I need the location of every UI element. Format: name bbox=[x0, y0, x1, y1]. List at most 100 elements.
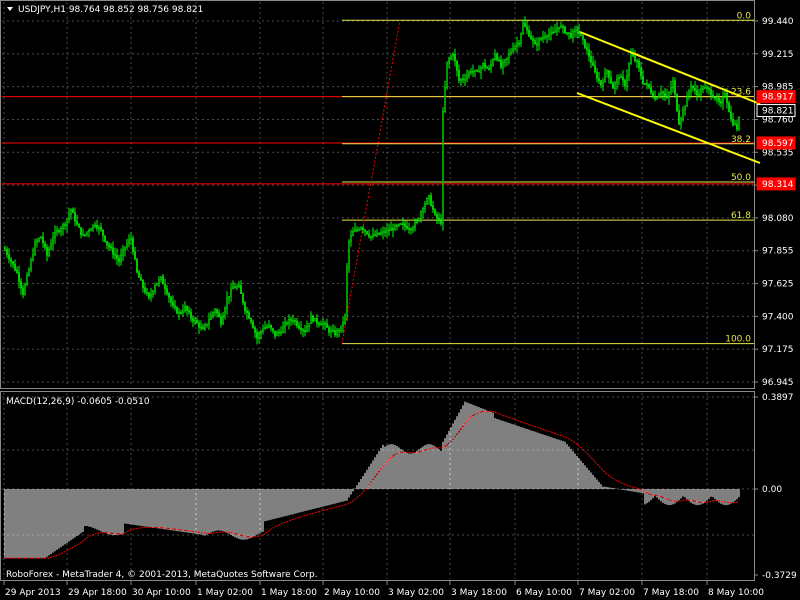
candle-body bbox=[42, 236, 44, 244]
candle-body bbox=[376, 232, 378, 236]
candle-body bbox=[512, 48, 514, 52]
candle-body bbox=[52, 237, 54, 245]
mt4-chart-window[interactable]: 0.023.638.250.061.8100.0 99.44099.21598.… bbox=[0, 0, 800, 600]
candle-body bbox=[520, 33, 522, 44]
candle-body bbox=[336, 330, 338, 336]
candle-body bbox=[570, 32, 572, 38]
candle-body bbox=[438, 217, 440, 220]
candle-body bbox=[222, 316, 224, 325]
candle-body bbox=[406, 225, 408, 229]
candle-body bbox=[290, 318, 292, 321]
candle-body bbox=[494, 53, 496, 61]
candle-body bbox=[460, 78, 462, 81]
candle-body bbox=[726, 92, 728, 104]
candle-body bbox=[304, 329, 306, 333]
candle-body bbox=[272, 327, 274, 332]
candle-body bbox=[642, 75, 644, 84]
macd-tick-label: 0.3897 bbox=[762, 393, 794, 403]
candle-body bbox=[536, 43, 538, 46]
candle-body bbox=[568, 32, 570, 34]
candle-body bbox=[176, 307, 178, 314]
candle-body bbox=[238, 284, 240, 287]
candle-body bbox=[412, 227, 414, 231]
candle-body bbox=[578, 30, 580, 35]
candle-body bbox=[230, 288, 232, 297]
candle-body bbox=[294, 320, 296, 322]
candle-body bbox=[418, 218, 420, 222]
candle-body bbox=[452, 54, 454, 57]
channel-upper-line[interactable] bbox=[579, 31, 761, 105]
candle-body bbox=[616, 78, 618, 84]
candle-body bbox=[352, 231, 354, 237]
candle-body bbox=[446, 61, 448, 88]
candle-body bbox=[482, 62, 484, 68]
candle-body bbox=[278, 331, 280, 334]
candle-body bbox=[662, 91, 664, 94]
candle-body bbox=[564, 26, 566, 34]
candle-body bbox=[82, 234, 84, 236]
time-tick-label: 3 May 02:00 bbox=[388, 588, 444, 598]
candle-body bbox=[220, 316, 222, 325]
candle-body bbox=[214, 309, 216, 313]
candlestick-series bbox=[4, 16, 740, 345]
candle-body bbox=[506, 57, 508, 61]
candle-body bbox=[556, 28, 558, 32]
candle-body bbox=[690, 85, 692, 92]
candle-body bbox=[194, 320, 196, 322]
candle-body bbox=[550, 31, 552, 35]
price-tick-label: 97.400 bbox=[762, 312, 794, 322]
candle-body bbox=[168, 293, 170, 298]
candle-body bbox=[66, 218, 68, 227]
candle-body bbox=[124, 246, 126, 250]
price-tag-label: 98.597 bbox=[762, 139, 794, 149]
candle-body bbox=[488, 68, 490, 70]
candle-body bbox=[276, 332, 278, 337]
candle-body bbox=[484, 62, 486, 68]
candle-body bbox=[686, 95, 688, 107]
fibo-level-label: 38.2 bbox=[731, 135, 751, 145]
price-panel-frame bbox=[0, 0, 755, 389]
candle-body bbox=[614, 82, 616, 89]
candle-body bbox=[558, 26, 560, 29]
candle-body bbox=[284, 322, 286, 328]
candle-body bbox=[320, 323, 322, 326]
candle-body bbox=[658, 94, 660, 99]
candle-body bbox=[424, 203, 426, 209]
candle-body bbox=[170, 297, 172, 303]
candle-body bbox=[562, 25, 564, 28]
candle-body bbox=[100, 227, 102, 231]
candle-body bbox=[430, 195, 432, 206]
dropdown-arrow-icon[interactable] bbox=[7, 7, 13, 11]
candle-body bbox=[498, 59, 500, 62]
candle-body bbox=[442, 111, 444, 225]
candle-body bbox=[310, 315, 312, 324]
candle-body bbox=[68, 213, 70, 220]
candle-body bbox=[728, 102, 730, 113]
candle-body bbox=[440, 218, 442, 225]
candle-body bbox=[712, 94, 714, 98]
candle-body bbox=[232, 286, 234, 290]
candle-body bbox=[656, 97, 658, 100]
candle-body bbox=[270, 324, 272, 329]
candle-body bbox=[354, 229, 356, 232]
fibonacci-retracement[interactable]: 0.023.638.250.061.8100.0 bbox=[341, 11, 754, 345]
candle-body bbox=[308, 323, 310, 328]
candle-body bbox=[118, 258, 120, 262]
time-tick-label: 2 May 10:00 bbox=[324, 588, 380, 598]
candle-body bbox=[518, 42, 520, 45]
candle-body bbox=[710, 89, 712, 96]
candle-body bbox=[644, 83, 646, 85]
candle-body bbox=[648, 83, 650, 88]
candle-body bbox=[38, 238, 40, 242]
price-axis: 99.44099.21598.98598.76098.53598.31098.0… bbox=[754, 17, 796, 388]
time-tick-label: 30 Apr 10:00 bbox=[132, 588, 191, 598]
candle-body bbox=[156, 282, 158, 286]
candle-body bbox=[606, 70, 608, 74]
candle-body bbox=[620, 76, 622, 79]
horizontal-price-lines[interactable] bbox=[2, 96, 754, 185]
candle-body bbox=[368, 233, 370, 237]
candle-body bbox=[534, 40, 536, 45]
macd-axis: 0.3897 0.00 -0.3729 bbox=[754, 393, 797, 581]
candle-body bbox=[732, 118, 734, 125]
candle-body bbox=[260, 330, 262, 335]
